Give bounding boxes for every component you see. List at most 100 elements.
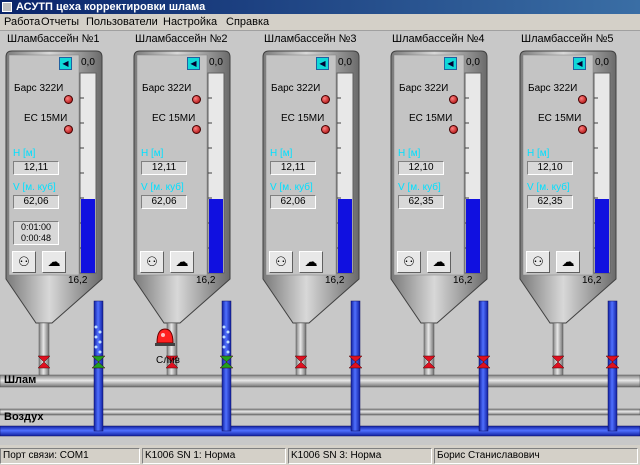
aeration-icon[interactable]: ☁ xyxy=(556,251,580,273)
volume-label: V [м. куб] xyxy=(398,182,441,193)
sensor-level-label: Барс 322И xyxy=(142,83,192,94)
menu-bar: Работа Отчеты Пользователи Настройка Спр… xyxy=(0,14,640,31)
sensor-density-led xyxy=(578,125,587,134)
cycle-timer: 0:01:00 0:00:48 xyxy=(13,221,59,245)
scada-panel: Шламбассейн №1 0,0 16,2 ◀ Барс 322И ЕС 15МИ H … xyxy=(0,31,640,445)
scale-top-label: 0,0 xyxy=(466,57,480,68)
scale-bottom-label: 16,2 xyxy=(68,275,88,286)
height-value: 12,10 xyxy=(527,161,573,175)
height-value: 12,10 xyxy=(398,161,444,175)
air-bubble xyxy=(226,330,230,334)
scale-top-label: 0,0 xyxy=(209,57,223,68)
speaker-icon[interactable]: ◀ xyxy=(573,57,586,70)
tap-icon[interactable]: ⚇ xyxy=(140,251,164,273)
height-label: H [м] xyxy=(398,148,421,159)
sensor-density-led xyxy=(321,125,330,134)
scale-bottom-label: 16,2 xyxy=(325,275,345,286)
scale-top-label: 0,0 xyxy=(595,57,609,68)
speaker-icon[interactable]: ◀ xyxy=(316,57,329,70)
volume-label: V [м. куб] xyxy=(13,182,56,193)
scale-top-label: 0,0 xyxy=(338,57,352,68)
status-user: Борис Станиславович xyxy=(434,448,638,464)
volume-value: 62,06 xyxy=(270,195,316,209)
scale-top-label: 0,0 xyxy=(81,57,95,68)
height-label: H [м] xyxy=(141,148,164,159)
level-bar xyxy=(595,199,609,273)
air-bubble xyxy=(94,345,98,349)
volume-value: 62,35 xyxy=(527,195,573,209)
scale-bottom-label: 16,2 xyxy=(582,275,602,286)
tank-3-title: Шламбассейн №3 xyxy=(264,33,357,45)
level-bar xyxy=(466,199,480,273)
tap-icon[interactable]: ⚇ xyxy=(269,251,293,273)
tank-5-title: Шламбассейн №5 xyxy=(521,33,614,45)
status-device-3: K1006 SN 3: Норма xyxy=(288,448,432,464)
timer-total: 0:01:00 xyxy=(20,222,52,232)
sensor-density-label: ЕС 15МИ xyxy=(538,113,582,124)
aeration-icon[interactable]: ☁ xyxy=(170,251,194,273)
alarm-light-icon[interactable] xyxy=(154,325,176,347)
aeration-icon[interactable]: ☁ xyxy=(42,251,66,273)
air-bubble xyxy=(226,350,230,354)
air-bubble xyxy=(94,335,98,339)
level-bar xyxy=(338,199,352,273)
height-label: H [м] xyxy=(13,148,36,159)
air-bubble xyxy=(94,325,98,329)
sensor-level-label: Барс 322И xyxy=(271,83,321,94)
sensor-level-led xyxy=(64,95,73,104)
level-bar xyxy=(81,199,95,273)
volume-label: V [м. куб] xyxy=(141,182,184,193)
volume-label: V [м. куб] xyxy=(270,182,313,193)
volume-value: 62,06 xyxy=(13,195,59,209)
air-bubble xyxy=(222,325,226,329)
sensor-density-led xyxy=(64,125,73,134)
tank-1-title: Шламбассейн №1 xyxy=(7,33,100,45)
menu-work[interactable]: Работа xyxy=(4,16,40,28)
menu-settings[interactable]: Настройка xyxy=(163,16,217,28)
sensor-level-led xyxy=(321,95,330,104)
sensor-density-led xyxy=(449,125,458,134)
scale-bottom-label: 16,2 xyxy=(196,275,216,286)
air-bubble xyxy=(98,340,102,344)
air-pipe-label: Воздух xyxy=(4,411,44,423)
air-bubble xyxy=(226,340,230,344)
level-bar xyxy=(209,199,223,273)
sensor-density-led xyxy=(192,125,201,134)
speaker-icon[interactable]: ◀ xyxy=(59,57,72,70)
title-bar: АСУТП цеха корректировки шлама xyxy=(0,0,640,14)
height-label: H [м] xyxy=(527,148,550,159)
aeration-icon[interactable]: ☁ xyxy=(427,251,451,273)
tank-2-title: Шламбассейн №2 xyxy=(135,33,228,45)
menu-users[interactable]: Пользователи xyxy=(86,16,158,28)
volume-value: 62,35 xyxy=(398,195,444,209)
air-bubble xyxy=(222,335,226,339)
sensor-level-label: Барс 322И xyxy=(399,83,449,94)
air-bubble xyxy=(98,350,102,354)
tap-icon[interactable]: ⚇ xyxy=(12,251,36,273)
speaker-icon[interactable]: ◀ xyxy=(444,57,457,70)
status-device-1: K1006 SN 1: Норма xyxy=(142,448,286,464)
scale-bottom-label: 16,2 xyxy=(453,275,473,286)
tap-icon[interactable]: ⚇ xyxy=(397,251,421,273)
menu-reports[interactable]: Отчеты xyxy=(41,16,79,28)
status-bar: Порт связи: COM1 K1006 SN 1: Норма K1006… xyxy=(0,447,640,465)
air-bubble xyxy=(222,345,226,349)
menu-help[interactable]: Справка xyxy=(226,16,269,28)
sensor-level-led xyxy=(449,95,458,104)
sensor-level-led xyxy=(578,95,587,104)
tap-icon[interactable]: ⚇ xyxy=(526,251,550,273)
sensor-density-label: ЕС 15МИ xyxy=(24,113,68,124)
height-value: 12,11 xyxy=(270,161,316,175)
height-value: 12,11 xyxy=(141,161,187,175)
volume-label: V [м. куб] xyxy=(527,182,570,193)
air-bubble xyxy=(98,330,102,334)
sensor-level-led xyxy=(192,95,201,104)
sensor-level-label: Барс 322И xyxy=(14,83,64,94)
aeration-icon[interactable]: ☁ xyxy=(299,251,323,273)
sensor-level-label: Барс 322И xyxy=(528,83,578,94)
status-port: Порт связи: COM1 xyxy=(0,448,140,464)
speaker-icon[interactable]: ◀ xyxy=(187,57,200,70)
sensor-density-label: ЕС 15МИ xyxy=(152,113,196,124)
sensor-density-label: ЕС 15МИ xyxy=(281,113,325,124)
timer-remaining: 0:00:48 xyxy=(20,233,52,243)
